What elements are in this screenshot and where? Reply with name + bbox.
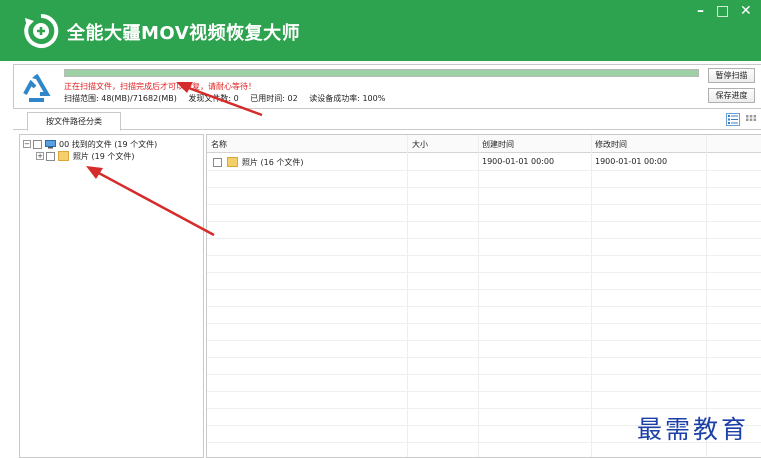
close-button[interactable]: ✕ [740,3,752,19]
save-progress-button[interactable]: 保存进度 [708,88,755,103]
app-title: 全能大疆MOV视频恢复大师 [67,23,301,44]
watermark-text: 最需教育 [636,415,749,444]
row-gridline [207,306,761,307]
row-gridline [207,272,761,273]
pause-scan-button[interactable]: 暂停扫描 [708,68,755,83]
elapsed-time: 已用时间: 02 [250,94,298,103]
folder-icon [58,151,69,161]
scan-progress-fill [65,70,698,76]
folder-tree: − 00 找到的文件 (19 个文件) + 照片 (19 个文件) [19,134,204,458]
scan-progress-bar [64,69,699,77]
computer-icon [45,139,56,148]
row-gridline [207,187,761,188]
tree-photos-label: 照片 (19 个文件) [73,151,135,161]
tab-file-path[interactable]: 按文件路径分类 [27,112,121,131]
row-created: 1900-01-01 00:00 [482,157,555,166]
tab-bar: 按文件路径分类 [13,110,761,131]
row-gridline [207,238,761,239]
expand-icon[interactable]: + [36,152,44,160]
collapse-icon[interactable]: − [23,140,31,148]
title-bar: 全能大疆MOV视频恢复大师 – □ ✕ [0,0,761,61]
row-checkbox[interactable] [213,158,222,167]
tree-root-label: 00 找到的文件 (19 个文件) [59,139,158,149]
row-modified: 1900-01-01 00:00 [595,157,668,166]
scan-stats: 扫描范围: 48(MB)/71682(MB) 发现文件数: 0 已用时间: 02… [64,93,394,104]
table-row[interactable]: 照片 (16 个文件) 1900-01-01 00:00 1900-01-01 … [207,155,761,170]
row-gridline [207,289,761,290]
row-gridline [207,408,761,409]
row-gridline [207,170,761,171]
photos-checkbox[interactable] [46,151,55,161]
scan-panel: 正在扫描文件，扫描完成后才可以恢复，请耐心等待！ 扫描范围: 48(MB)/71… [13,64,761,109]
row-gridline [207,374,761,375]
tree-node-photos[interactable]: + 照片 (19 个文件) [36,150,135,162]
scan-status-text: 正在扫描文件，扫描完成后才可以恢复，请耐心等待！ [64,82,256,91]
folder-icon [227,157,238,167]
device-success-rate: 读设备成功率: 100% [309,94,386,103]
row-gridline [207,391,761,392]
row-gridline [207,204,761,205]
minimize-button[interactable]: – [697,3,704,19]
maximize-button[interactable]: □ [716,3,729,19]
column-gridline [591,135,592,457]
found-count: 发现文件数: 0 [188,94,239,103]
column-gridline [478,135,479,457]
column-modified[interactable]: 修改时间 [595,139,627,150]
scan-range: 扫描范围: 48(MB)/71682(MB) [64,94,177,103]
column-gridline [407,135,408,457]
row-name: 照片 (16 个文件) [242,158,304,167]
grid-view-icon[interactable] [744,113,758,126]
row-gridline [207,323,761,324]
recovery-plus-icon [24,13,59,48]
row-gridline [207,340,761,341]
row-gridline [207,221,761,222]
tree-node-root[interactable]: − 00 找到的文件 (19 个文件) [23,138,157,150]
column-size[interactable]: 大小 [412,139,428,150]
list-header: 名称 大小 创建时间 修改时间 [207,135,761,153]
list-view-icon[interactable] [726,113,740,126]
recycle-arrows-icon [23,73,51,102]
root-checkbox[interactable] [33,139,42,149]
column-created[interactable]: 创建时间 [482,139,514,150]
row-gridline [207,255,761,256]
row-gridline [207,357,761,358]
column-name[interactable]: 名称 [211,139,227,150]
